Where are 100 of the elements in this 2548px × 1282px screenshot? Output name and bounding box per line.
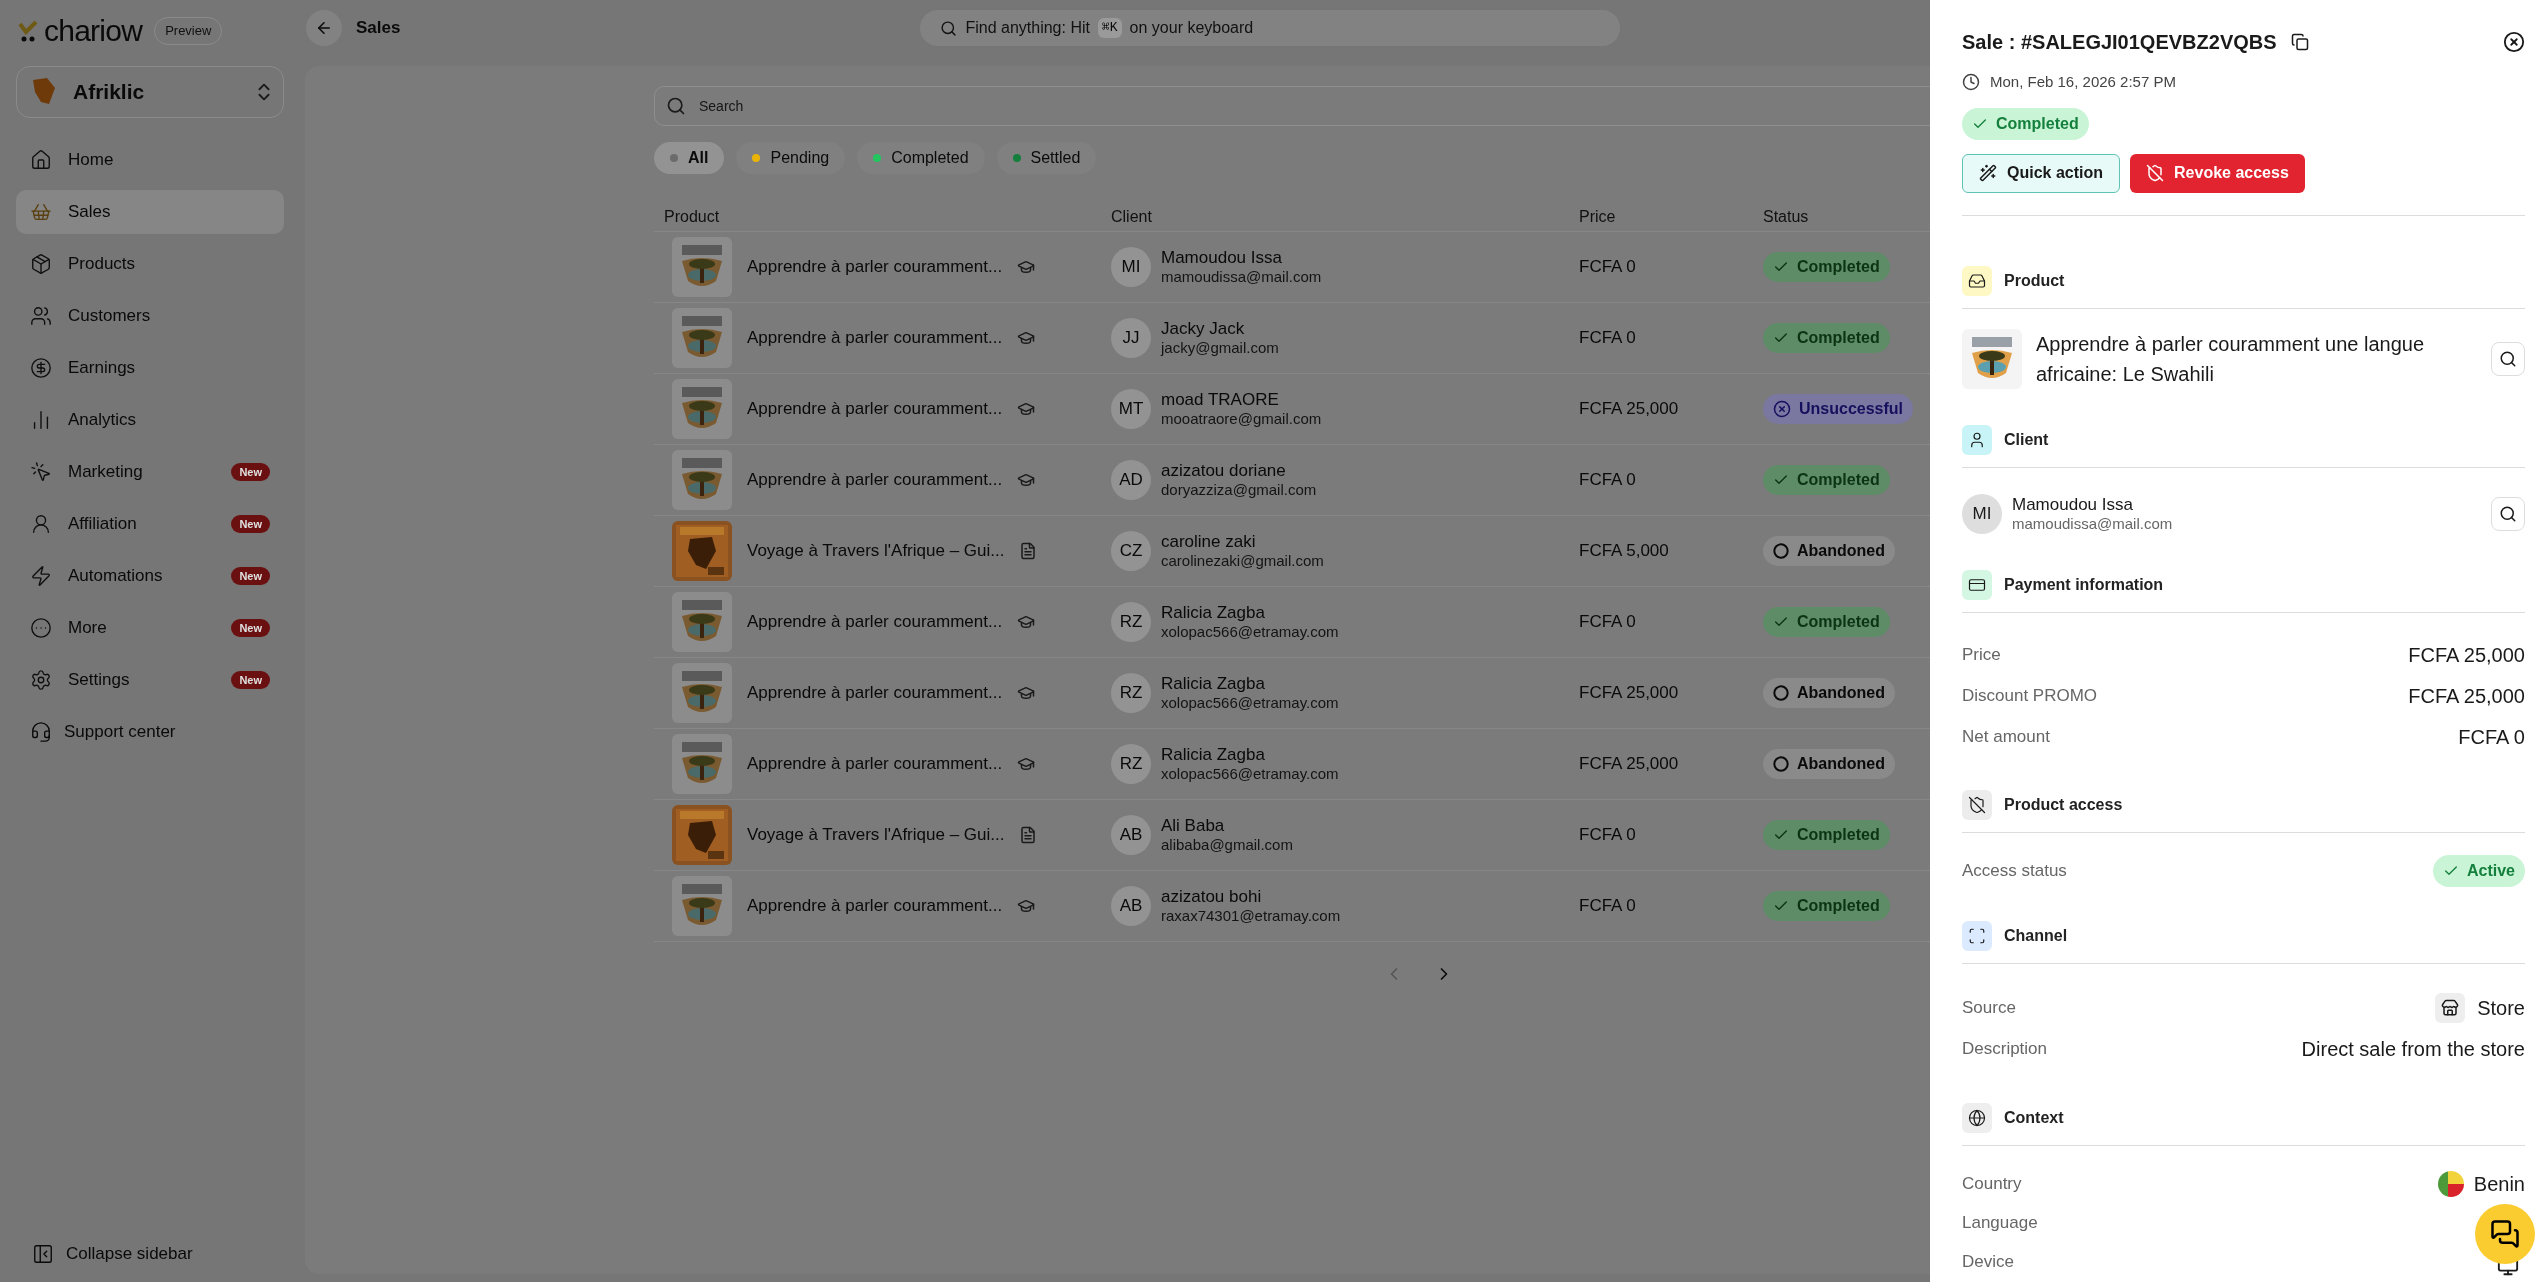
column-header: Client [1111,206,1153,227]
lightning-icon [30,565,52,587]
client-name: Ali Baba [1161,815,1226,837]
filter-chip[interactable]: Settled [996,142,1097,174]
row-value: Store [2477,995,2525,1021]
product-name: Apprendre à parler couramment... [747,611,1003,634]
filter-chip[interactable]: Pending [736,142,846,174]
view-product-button[interactable] [2491,341,2525,376]
card-icon [1962,569,1992,600]
status-badge: Completed [1763,820,1890,850]
column-header: Product [664,206,721,227]
workspace-switcher[interactable]: Afriklic [16,66,284,118]
client-avatar: MI [1111,247,1151,287]
client-name: moad TRAORE [1161,389,1280,411]
course-icon [1017,329,1036,347]
copy-icon [2290,33,2309,51]
circle-icon [1773,543,1789,559]
client-avatar: AD [1111,460,1151,500]
status-badge: Completed [1763,252,1890,282]
sidebar-item[interactable]: Home [16,138,284,182]
sidebar-item[interactable]: Analytics [16,398,284,442]
client-name: Jacky Jack [1161,318,1246,340]
quick-action-button[interactable]: Quick action [1962,153,2121,193]
filter-chip[interactable]: Completed [857,142,985,174]
client-avatar: RZ [1111,744,1151,784]
sidebar-item[interactable]: Earnings [16,346,284,390]
client-name: azizatou bohi [1161,886,1263,908]
headset-icon [30,721,52,743]
home-icon [30,149,52,171]
sale-title: Sale : #SALEGJI01QEVBZ2VQBS [1962,30,2277,55]
client-email: carolinezaki@gmail.com [1161,552,1324,571]
client-name: Mamoudou Issa [2012,493,2134,515]
cursor-click-icon [30,461,52,483]
row-label: Source [1962,996,2016,1019]
sidebar-item[interactable]: Affiliation New [16,502,284,546]
client-avatar: AB [1111,815,1151,855]
new-badge: New [231,618,270,638]
access-badge: Active [2432,854,2525,887]
clock-icon [1962,73,1980,92]
row-value: FCFA 25,000 [2408,643,2525,668]
chat-icon [2490,1219,2520,1249]
close-button[interactable] [2503,31,2525,53]
box-icon [30,253,52,275]
client-name: Ralicia Zagba [1161,673,1266,695]
close-icon [2503,31,2525,53]
column-header: Price [1579,206,1617,227]
wand-icon [1979,164,1997,182]
section-heading: Client [2004,429,2049,450]
collapse-sidebar-button[interactable]: Collapse sidebar [16,1236,284,1272]
basket-icon [30,201,52,223]
circle-icon [1773,685,1789,701]
global-search-field[interactable]: Find anything: Hit ⌘K on your keyboard [920,10,1621,46]
row-value: FCFA 25,000 [2408,684,2525,709]
circle-icon [1773,756,1789,772]
status-badge: Completed [1763,891,1890,921]
client-email: mamoudissa@mail.com [2012,514,2174,534]
product-name: Voyage à Travers l'Afrique – Gui... [747,540,1005,563]
scan-icon [1962,920,1992,951]
filter-chip[interactable]: All [654,142,725,174]
globe-icon [1962,1102,1992,1133]
status-badge: Completed [1763,607,1890,637]
view-client-button[interactable] [2491,496,2525,531]
sidebar-item[interactable]: Sales [16,190,284,234]
search-icon [940,19,958,37]
row-label: Access status [1962,859,2067,882]
sidebar-item[interactable]: Products [16,242,284,286]
revoke-access-button[interactable]: Revoke access [2130,153,2305,193]
row-value: Benin [2473,1172,2525,1197]
course-icon [1017,755,1036,773]
section-heading: Context [2004,1107,2064,1128]
panel-icon [32,1243,54,1265]
user-icon [1962,424,1992,455]
status-badge: Completed [1763,465,1890,495]
more-icon [30,617,52,639]
client-avatar: RZ [1111,673,1151,713]
brand-name: chariow [44,16,143,46]
support-link[interactable]: Support center [16,710,284,754]
user-icon [30,513,52,535]
sidebar-item[interactable]: Customers [16,294,284,338]
search-field[interactable]: Search [654,86,1930,126]
new-badge: New [231,462,270,482]
file-icon [1019,826,1038,844]
product-name: Apprendre à parler couramment... [747,895,1003,918]
column-header: Status [1763,206,1810,227]
client-avatar: JJ [1111,318,1151,358]
sidebar-item[interactable]: More New [16,606,284,650]
client-name: caroline zaki [1161,531,1257,553]
copy-button[interactable] [2290,33,2309,51]
client-email: alibaba@gmail.com [1161,836,1293,855]
sidebar-item[interactable]: Marketing New [16,450,284,494]
inbox-icon [1962,265,1992,296]
client-email: jacky@gmail.com [1161,339,1279,358]
sidebar-item[interactable]: Automations New [16,554,284,598]
new-badge: New [231,514,270,534]
sidebar-item[interactable]: Settings New [16,658,284,702]
price-cell-text: FCFA 0 [1579,824,1637,847]
product-name: Apprendre à parler couramment... [747,398,1003,421]
back-button[interactable] [306,10,342,46]
product-name: Apprendre à parler couramment... [747,682,1003,705]
new-badge: New [231,670,270,690]
